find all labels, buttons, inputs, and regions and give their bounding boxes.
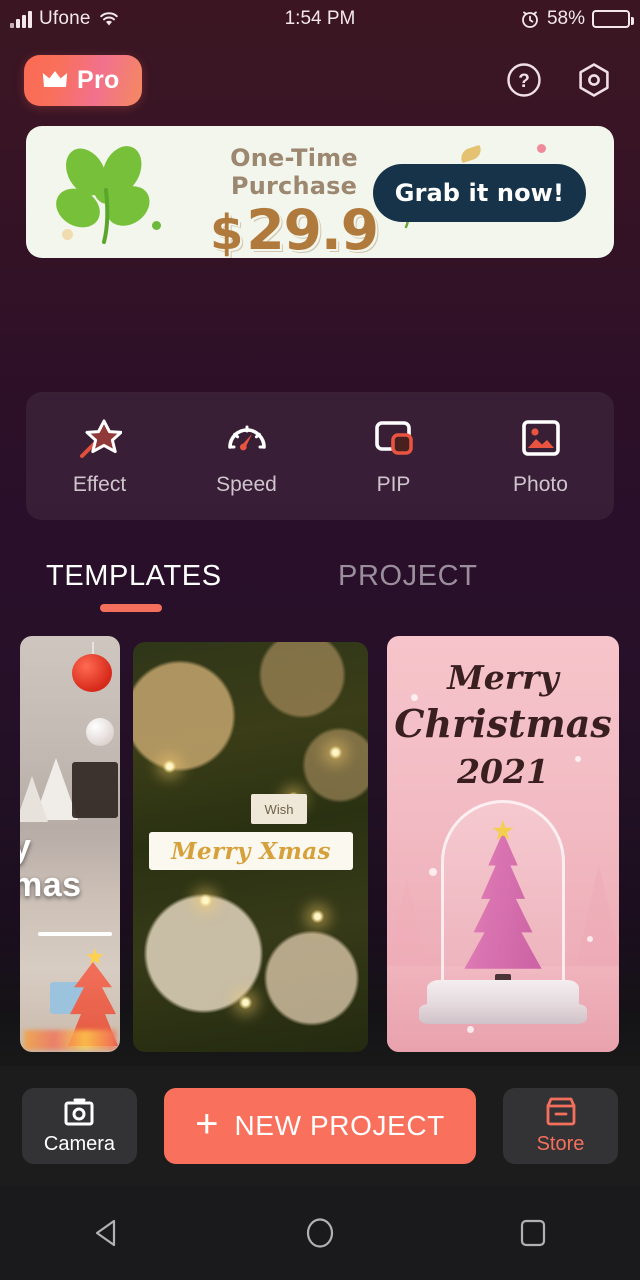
tool-speed-label: Speed xyxy=(216,473,277,497)
leaf-icon xyxy=(459,145,484,163)
templates-list[interactable]: y mas Wish Merry Xmas xyxy=(0,636,640,1056)
settings-hexagon-icon xyxy=(574,60,614,100)
snow-dot-2 xyxy=(575,756,581,762)
fairy-light-4 xyxy=(199,894,212,907)
template-card-2-caption-banner: Merry Xmas xyxy=(149,832,353,870)
dome-base-bottom xyxy=(419,1004,587,1024)
decor-dot-green xyxy=(152,221,161,230)
snow-dot-4 xyxy=(587,936,593,942)
template-card-3[interactable]: Merry Christmas 2021 xyxy=(387,636,619,1052)
template-card-3-caption-line1: Merry xyxy=(387,658,619,697)
template-card-2-sub-caption: Wish xyxy=(251,794,307,824)
tool-photo[interactable]: Photo xyxy=(467,416,614,497)
fairy-light-5 xyxy=(311,910,324,923)
back-triangle-icon xyxy=(90,1216,124,1250)
tool-pip[interactable]: PIP xyxy=(320,416,467,497)
store-label: Store xyxy=(537,1133,585,1156)
camera-icon xyxy=(62,1096,98,1126)
ornament-white-icon xyxy=(86,718,114,746)
tool-effect[interactable]: Effect xyxy=(26,416,173,497)
tab-project[interactable]: PROJECT xyxy=(338,560,478,593)
bottom-action-bar: Camera + NEW PROJECT Store xyxy=(0,1066,640,1185)
new-project-button[interactable]: + NEW PROJECT xyxy=(164,1088,476,1164)
app-top-bar: Pro ? xyxy=(0,48,640,112)
template-card-1-caption-line2: mas xyxy=(20,866,120,904)
photo-frame-icon xyxy=(519,416,563,460)
fairy-light-1 xyxy=(163,760,176,773)
template-card-1-caption: y mas xyxy=(20,828,120,904)
snow-dot-5 xyxy=(467,1026,474,1033)
fairy-light-2 xyxy=(329,746,342,759)
nav-home-button[interactable] xyxy=(280,1203,360,1263)
battery-icon xyxy=(592,10,630,28)
pro-label: Pro xyxy=(77,66,120,95)
plus-icon: + xyxy=(195,1104,218,1144)
recents-square-icon xyxy=(516,1216,550,1250)
new-project-label: NEW PROJECT xyxy=(234,1110,444,1142)
status-bar: Ufone 1:54 PM 58% xyxy=(0,0,640,38)
white-tree-2 xyxy=(20,776,48,822)
magic-wand-star-icon xyxy=(78,416,122,460)
home-circle-icon xyxy=(303,1216,337,1250)
tool-photo-label: Photo xyxy=(513,473,568,497)
crown-icon xyxy=(42,70,68,90)
decor-dot-pink xyxy=(537,144,546,153)
ornament-red-icon xyxy=(72,654,112,692)
template-card-2-caption: Merry Xmas xyxy=(171,838,331,865)
tool-speed[interactable]: Speed xyxy=(173,416,320,497)
confetti-decor xyxy=(24,1030,116,1050)
snow-dot-1 xyxy=(411,694,418,701)
template-card-3-caption: Merry Christmas 2021 xyxy=(387,658,619,791)
camera-label: Camera xyxy=(44,1133,115,1156)
speedometer-icon xyxy=(225,416,269,460)
tools-panel: Effect Speed PIP Photo xyxy=(26,392,614,520)
help-button[interactable]: ? xyxy=(502,58,546,102)
pro-upgrade-button[interactable]: Pro xyxy=(24,55,142,106)
help-circle-icon: ? xyxy=(504,60,544,100)
tool-effect-label: Effect xyxy=(73,473,126,497)
decor-dot-cream xyxy=(62,229,73,240)
promo-price-value: 29.9 xyxy=(246,198,378,258)
template-card-3-caption-line2: Christmas xyxy=(387,701,619,746)
storefront-icon xyxy=(544,1096,578,1126)
picture-in-picture-icon xyxy=(372,416,416,460)
top-bar-actions: ? xyxy=(502,58,616,102)
promo-currency: $ xyxy=(210,205,242,258)
camera-button[interactable]: Camera xyxy=(22,1088,137,1164)
store-button[interactable]: Store xyxy=(503,1088,618,1164)
nav-recents-button[interactable] xyxy=(493,1203,573,1263)
caption-rule xyxy=(38,932,112,936)
template-card-3-caption-line3: 2021 xyxy=(387,752,619,791)
active-tab-indicator xyxy=(100,604,162,612)
app-screen: Ufone 1:54 PM 58% Pro xyxy=(0,0,640,1280)
promo-banner[interactable]: One-Time Purchase $29.9 Grab it now! xyxy=(26,126,614,258)
settings-button[interactable] xyxy=(572,58,616,102)
dark-window xyxy=(72,762,118,818)
grab-it-now-button[interactable]: Grab it now! xyxy=(373,164,586,222)
nav-back-button[interactable] xyxy=(67,1203,147,1263)
clock-label: 1:54 PM xyxy=(0,8,640,30)
tool-pip-label: PIP xyxy=(377,473,411,497)
template-card-2[interactable]: Wish Merry Xmas xyxy=(133,642,368,1052)
android-nav-bar xyxy=(0,1185,640,1280)
fairy-light-6 xyxy=(239,996,252,1009)
template-card-1-caption-line1: y xyxy=(20,828,120,866)
template-card-1[interactable]: y mas xyxy=(20,636,120,1052)
content-tabs: TEMPLATES PROJECT xyxy=(0,560,640,620)
snow-dot-3 xyxy=(429,868,437,876)
svg-text:?: ? xyxy=(518,71,530,92)
